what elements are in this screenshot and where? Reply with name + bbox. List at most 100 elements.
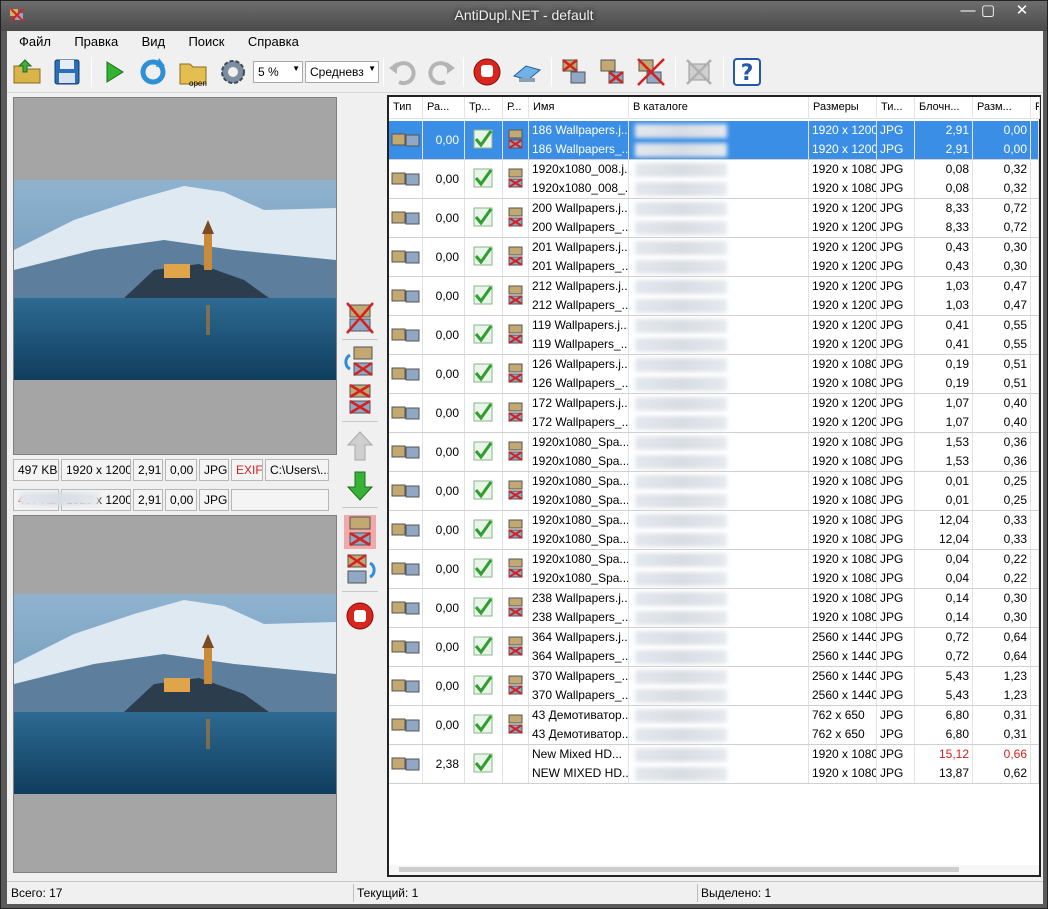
type-cell [389,706,423,744]
settings-gear-icon[interactable] [217,56,249,88]
close-button[interactable]: ✕ [1005,1,1039,23]
directory-cell [629,589,809,608]
file-name-cell: 212 Wallpapers.j... [529,277,629,296]
action-cell[interactable] [503,550,529,588]
stop-icon[interactable] [344,599,376,633]
column-header[interactable]: Ти... [877,97,915,119]
action-cell[interactable] [503,706,529,744]
play-icon[interactable] [97,56,129,88]
action-cell[interactable] [503,511,529,549]
action-cell[interactable] [503,355,529,393]
table-row[interactable]: 0,00 186 Wallpapers.j... 1920 x 1200 JPG 2,9… [389,121,1039,160]
action-cell[interactable] [503,628,529,666]
top-preview[interactable] [13,97,337,455]
difference-value: 0,00 [435,211,459,225]
action-cell[interactable] [503,277,529,315]
menu-file[interactable]: Файл [11,31,59,49]
action-cell[interactable] [503,316,529,354]
table-row[interactable]: 0,00 119 Wallpapers.j... 1920 x 1200 JPG 0,4… [389,316,1039,355]
bottom-preview[interactable] [13,515,337,873]
table-row[interactable]: 0,00 1920x1080_Spa... 1920 x 1080 JPG 0,01 0,… [389,472,1039,511]
mistake-icon[interactable] [683,56,715,88]
column-header[interactable]: Блочн... [915,97,973,119]
type-cell: JPG [877,296,915,315]
column-header[interactable]: Тип [389,97,423,119]
scrollbar-thumb[interactable] [399,867,959,872]
dimensions-cell: 1920 x 1080 [809,608,877,627]
delete-second-icon[interactable] [597,56,629,88]
arrow-down-icon[interactable] [344,469,376,503]
menu-view[interactable]: Вид [134,31,174,49]
stop-icon[interactable] [471,56,503,88]
save-icon[interactable] [51,56,83,88]
action-cell[interactable] [503,394,529,432]
delete-second-icon[interactable] [344,515,376,549]
exif-badge[interactable]: EXIF [231,459,263,481]
table-row[interactable]: 0,00 1920x1080_Spa... 1920 x 1080 JPG 1,53 0,… [389,433,1039,472]
column-header[interactable]: Имя [529,97,629,119]
maximize-button[interactable]: ▢ [971,1,1005,23]
action-cell[interactable] [503,160,529,198]
action-cell[interactable] [503,745,529,783]
type-cell: JPG [877,121,915,140]
column-header[interactable]: В каталоге [629,97,809,119]
column-header[interactable]: Разм... [973,97,1031,119]
table-row[interactable]: 0,00 212 Wallpapers.j... 1920 x 1200 JPG 1,0… [389,277,1039,316]
table-row[interactable]: 0,00 201 Wallpapers.j... 1920 x 1200 JPG 0,4… [389,238,1039,277]
redo-icon[interactable] [425,56,457,88]
horizontal-scrollbar[interactable] [389,865,1039,875]
refresh-icon[interactable] [137,56,169,88]
mode-select[interactable]: Средневз ▼ [305,61,379,83]
action-cell[interactable] [503,199,529,237]
table-row[interactable]: 0,00 43 Демотиватор... 762 x 650 JPG 6,80 0,3… [389,706,1039,745]
extra-cell [1031,238,1039,257]
table-row[interactable]: 0,00 364 Wallpapers.j... 2560 x 1440 JPG 0,7… [389,628,1039,667]
open-folder-icon[interactable] [11,56,43,88]
table-row[interactable]: 0,00 172 Wallpapers.j... 1920 x 1200 JPG 1,0… [389,394,1039,433]
table-row[interactable]: 0,00 1920x1080_Spa... 1920 x 1080 JPG 12,04 0… [389,511,1039,550]
delete-first-icon[interactable] [559,56,591,88]
help-icon[interactable]: ? [731,56,763,88]
blurred-path [635,475,727,489]
table-row[interactable]: 0,00 1920x1080_Spa... 1920 x 1080 JPG 0,04 0,… [389,550,1039,589]
action-cell[interactable] [503,472,529,510]
column-header[interactable]: Размеры [809,97,877,119]
delete-first-icon[interactable] [344,301,376,335]
action-cell[interactable] [503,667,529,705]
delete-both-icon[interactable] [635,56,667,88]
computer-icon[interactable] [511,56,543,88]
image-type: JPG [199,459,229,481]
action-cell[interactable] [503,121,529,159]
undo-icon[interactable] [387,56,419,88]
delete-both-icon[interactable] [344,383,376,417]
blurred-path [635,592,727,606]
table-row[interactable]: 2,38 New Mixed HD... 1920 x 1080 JPG 15,12 0,… [389,745,1039,784]
replace-second-icon[interactable] [344,553,376,587]
threshold-value: 5 % [258,65,279,79]
action-cell[interactable] [503,433,529,471]
table-row[interactable]: 0,00 370 Wallpapers_... 2560 x 1440 JPG 5,43… [389,667,1039,706]
table-row[interactable]: 0,00 126 Wallpapers.j... 1920 x 1080 JPG 0,1… [389,355,1039,394]
column-header[interactable]: Ра... [423,97,465,119]
separator [342,421,378,422]
threshold-select[interactable]: 5 % ▼ [253,61,303,83]
arrow-up-icon[interactable] [344,429,376,463]
table-row[interactable]: 0,00 1920x1080_008.j... 1920 x 1080 JPG 0,08… [389,160,1039,199]
blurred-path [635,689,727,703]
column-header[interactable]: Р... [503,97,529,119]
menu-edit[interactable]: Правка [66,31,126,49]
replace-first-icon[interactable] [344,345,376,379]
table-row[interactable]: 0,00 200 Wallpapers.j... 1920 x 1200 JPG 8,3… [389,199,1039,238]
title-bar[interactable]: AntiDupl.NET - default — ▢ ✕ [1,1,1047,31]
table-row[interactable]: 0,00 238 Wallpapers.j... 1920 x 1080 JPG 0,1… [389,589,1039,628]
menu-help[interactable]: Справка [240,31,307,49]
action-cell[interactable] [503,238,529,276]
difference-cell: 0,00 [423,628,465,666]
results-list[interactable]: Тип Ра... Тр... Р... Имя В каталоге Размеры Ти.… [387,95,1041,877]
action-cell[interactable] [503,589,529,627]
column-header[interactable]: Р [1031,97,1040,119]
file-name-cell: 1920x1080_Spa... [529,452,629,471]
column-header[interactable]: Тр... [465,97,503,119]
blurred-path [635,631,727,645]
menu-search[interactable]: Поиск [180,31,232,49]
